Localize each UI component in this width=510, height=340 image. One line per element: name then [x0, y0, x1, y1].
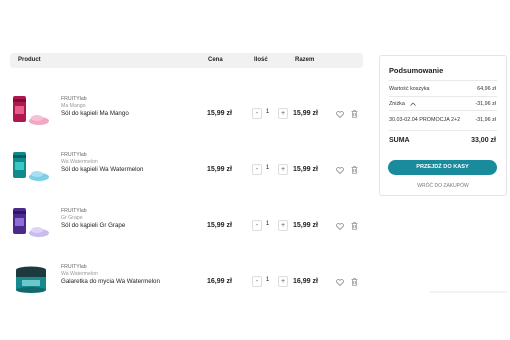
increase-qty-button[interactable]: +	[278, 276, 288, 287]
chevron-up-icon[interactable]	[410, 102, 416, 106]
col-product-header: Product	[18, 57, 41, 63]
cart-value: 64,96 zł	[477, 86, 496, 92]
quantity-value[interactable]: 1	[263, 109, 272, 115]
cart-table-header: Product Cena Ilość Razem	[10, 53, 363, 68]
quantity-value[interactable]: 1	[263, 165, 272, 171]
increase-qty-button[interactable]: +	[278, 220, 288, 231]
product-brand: FRUITYlab	[61, 208, 87, 214]
discount-label: Zniżka	[389, 101, 405, 107]
heart-icon[interactable]	[336, 111, 344, 118]
sum-value: 33,00 zł	[471, 137, 496, 144]
product-name-link[interactable]: Sól do kąpieli Gr Grape	[61, 222, 125, 229]
promo-value: -31,96 zł	[475, 117, 496, 123]
quantity-value[interactable]: 1	[263, 277, 272, 283]
promo-label: 30.03-02.04 PROMOCJA 2+2	[389, 117, 461, 123]
promo-row: 30.03-02.04 PROMOCJA 2+2 -31,96 zł	[389, 117, 496, 123]
sum-label: SUMA	[389, 137, 410, 144]
unit-price: 16,99 zł	[207, 278, 232, 285]
decrease-qty-button[interactable]: -	[252, 276, 262, 287]
heart-icon[interactable]	[336, 223, 344, 230]
order-summary-panel: Podsumowanie Wartość koszyka 64,96 zł Zn…	[379, 55, 507, 196]
decrease-qty-button[interactable]: -	[252, 220, 262, 231]
line-total: 16,99 zł	[293, 278, 318, 285]
trash-icon[interactable]	[351, 278, 358, 286]
product-thumbnail[interactable]	[12, 260, 50, 296]
decrease-qty-button[interactable]: -	[252, 108, 262, 119]
product-variant: Wa Watermelon	[61, 159, 98, 165]
product-name-link[interactable]: Sól do kąpieli Ma Mango	[61, 110, 129, 117]
quantity-stepper: - 1 +	[244, 164, 291, 175]
trash-icon[interactable]	[351, 110, 358, 118]
cart-item-row: FRUITYlab Wa Watermelon Galaretka do myc…	[10, 250, 363, 306]
product-brand: FRUITYlab	[61, 152, 87, 158]
product-name-link[interactable]: Galaretka do mycia Wa Watermelon	[61, 278, 160, 285]
col-qty-header: Ilość	[254, 57, 268, 63]
col-price-header: Cena	[208, 57, 223, 63]
col-total-header: Razem	[295, 57, 315, 63]
cart-value-row: Wartość koszyka 64,96 zł	[389, 86, 496, 92]
product-variant: Wa Watermelon	[61, 271, 98, 277]
unit-price: 15,99 zł	[207, 110, 232, 117]
increase-qty-button[interactable]: +	[278, 164, 288, 175]
quantity-value[interactable]: 1	[263, 221, 272, 227]
product-brand: FRUITYlab	[61, 264, 87, 270]
trash-icon[interactable]	[351, 166, 358, 174]
increase-qty-button[interactable]: +	[278, 108, 288, 119]
cart-item-row: FRUITYlab Wa Watermelon Sól do kąpieli W…	[10, 138, 363, 194]
decrease-qty-button[interactable]: -	[252, 164, 262, 175]
summary-title: Podsumowanie	[389, 66, 444, 75]
unit-price: 15,99 zł	[207, 222, 232, 229]
discount-value: -31,96 zł	[475, 101, 496, 107]
line-total: 15,99 zł	[293, 110, 318, 117]
trash-icon[interactable]	[351, 222, 358, 230]
line-total: 15,99 zł	[293, 222, 318, 229]
product-thumbnail[interactable]	[12, 148, 50, 184]
heart-icon[interactable]	[336, 279, 344, 286]
sum-row: SUMA 33,00 zł	[389, 137, 496, 144]
unit-price: 15,99 zł	[207, 166, 232, 173]
divider	[389, 130, 497, 131]
product-thumbnail[interactable]	[12, 92, 50, 128]
checkout-button[interactable]: PRZEJDŹ DO KASY	[388, 160, 497, 175]
heart-icon[interactable]	[336, 167, 344, 174]
product-brand: FRUITYlab	[61, 96, 87, 102]
back-to-shop-link[interactable]: WRÓĆ DO ZAKUPÓW	[380, 183, 506, 189]
product-variant: Ma Mango	[61, 103, 86, 109]
discount-row[interactable]: Zniżka -31,96 zł	[389, 101, 496, 107]
product-thumbnail[interactable]	[12, 204, 50, 240]
divider	[430, 291, 508, 293]
product-variant: Gr Grape	[61, 215, 83, 221]
line-total: 15,99 zł	[293, 166, 318, 173]
cart-value-label: Wartość koszyka	[389, 86, 430, 92]
divider	[389, 80, 497, 81]
product-name-link[interactable]: Sól do kąpieli Wa Watermelon	[61, 166, 143, 173]
quantity-stepper: - 1 +	[244, 108, 291, 119]
divider	[389, 96, 497, 97]
cart-item-row: FRUITYlab Ma Mango Sól do kąpieli Ma Man…	[10, 82, 363, 138]
cart-item-row: FRUITYlab Gr Grape Sól do kąpieli Gr Gra…	[10, 194, 363, 250]
cart-table: Product Cena Ilość Razem FRUITYlab Ma Ma…	[10, 53, 363, 306]
quantity-stepper: - 1 +	[244, 220, 291, 231]
divider	[389, 110, 497, 111]
quantity-stepper: - 1 +	[244, 276, 291, 287]
